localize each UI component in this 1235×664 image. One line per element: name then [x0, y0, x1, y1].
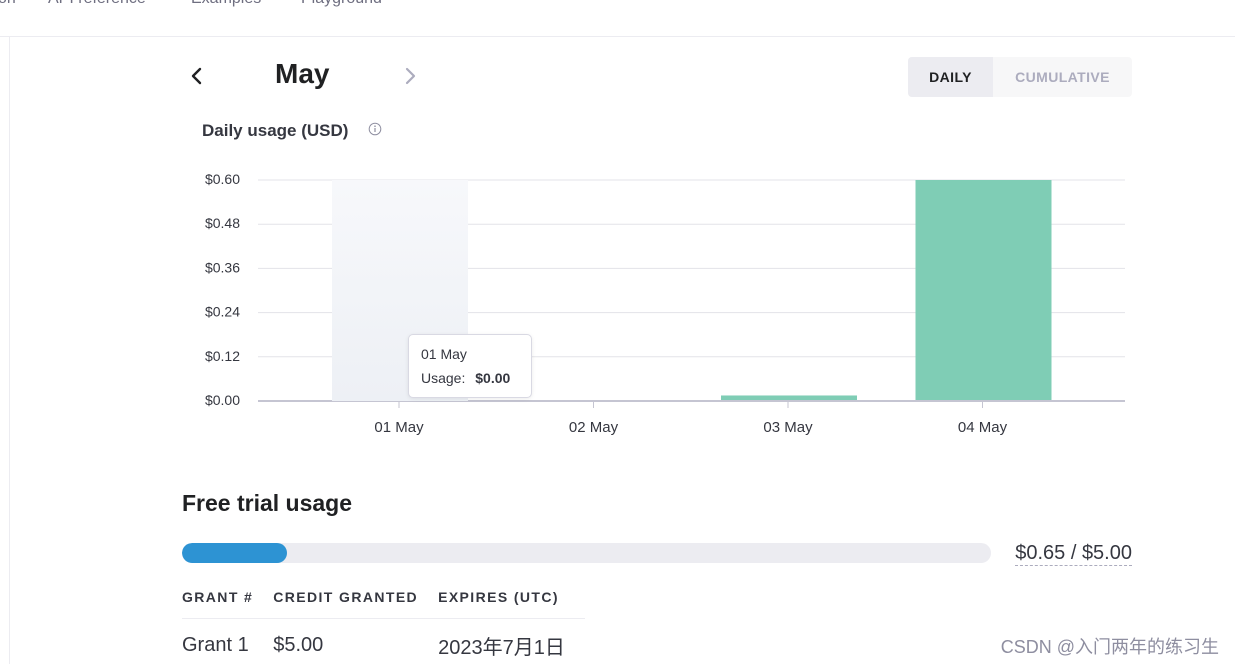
- bar: [915, 180, 1052, 400]
- view-toggle: DAILY CUMULATIVE: [908, 57, 1132, 97]
- daily-usage-chart: $0.00 $0.12 $0.24 $0.36 $0.48 $0.60 01 May 02 …: [205, 171, 1125, 436]
- y-tick-label: $0.00: [205, 392, 240, 408]
- grants-table: GRANT # CREDIT GRANTED EXPIRES (UTC) Gra…: [182, 586, 585, 660]
- watermark: CSDN @入门两年的练习生: [1000, 637, 1219, 657]
- table-row: Grant 1 $5.00 2023年7月1日: [182, 619, 585, 661]
- free-trial-progress-bar: [182, 543, 991, 563]
- tooltip-label: Usage:: [421, 370, 466, 386]
- top-nav: on API reference Examples Playground: [0, 0, 1235, 37]
- nav-item-docs[interactable]: on: [0, 0, 16, 8]
- free-trial-title: Free trial usage: [182, 490, 353, 516]
- x-tick-label: 04 May: [958, 419, 1008, 436]
- next-month-button[interactable]: [398, 62, 422, 90]
- x-tick-label: 01 May: [374, 419, 424, 436]
- nav-item-playground[interactable]: Playground: [301, 0, 382, 8]
- y-tick-label: $0.12: [205, 348, 240, 364]
- nav-item-examples[interactable]: Examples: [191, 0, 261, 8]
- nav-item-api-reference[interactable]: API reference: [48, 0, 146, 8]
- grant-name-cell: Grant 1: [182, 634, 249, 656]
- free-trial-progress-fill: [182, 543, 288, 563]
- credit-granted-header: CREDIT GRANTED: [273, 586, 439, 619]
- y-tick-label: $0.24: [205, 304, 240, 320]
- daily-toggle-button[interactable]: DAILY: [908, 57, 993, 97]
- bar: [721, 395, 857, 400]
- grant-number-header: GRANT #: [182, 586, 274, 619]
- x-tick-label: 02 May: [569, 419, 619, 436]
- cumulative-toggle-button[interactable]: CUMULATIVE: [993, 57, 1132, 97]
- expires-cell: 2023年7月1日: [438, 637, 565, 659]
- x-tick-label: 03 May: [763, 419, 813, 436]
- y-tick-label: $0.48: [205, 215, 240, 231]
- chevron-left-icon: [191, 67, 202, 85]
- sidebar-divider: [9, 37, 10, 664]
- chart-title: Daily usage (USD): [202, 121, 349, 140]
- y-tick-label: $0.60: [205, 171, 240, 187]
- credit-granted-cell: $5.00: [273, 634, 324, 656]
- chart-tooltip: 01 May Usage: $0.00: [408, 334, 532, 398]
- month-title: May: [275, 58, 330, 89]
- expires-header: EXPIRES (UTC): [438, 586, 585, 619]
- chevron-right-icon: [405, 67, 416, 85]
- free-trial-usage-label[interactable]: $0.65 / $5.00: [1015, 541, 1132, 566]
- previous-month-button[interactable]: [185, 62, 209, 90]
- info-icon[interactable]: [368, 122, 382, 136]
- tooltip-value: $0.00: [475, 370, 511, 386]
- y-tick-label: $0.36: [205, 259, 240, 275]
- tooltip-date: 01 May: [421, 346, 467, 362]
